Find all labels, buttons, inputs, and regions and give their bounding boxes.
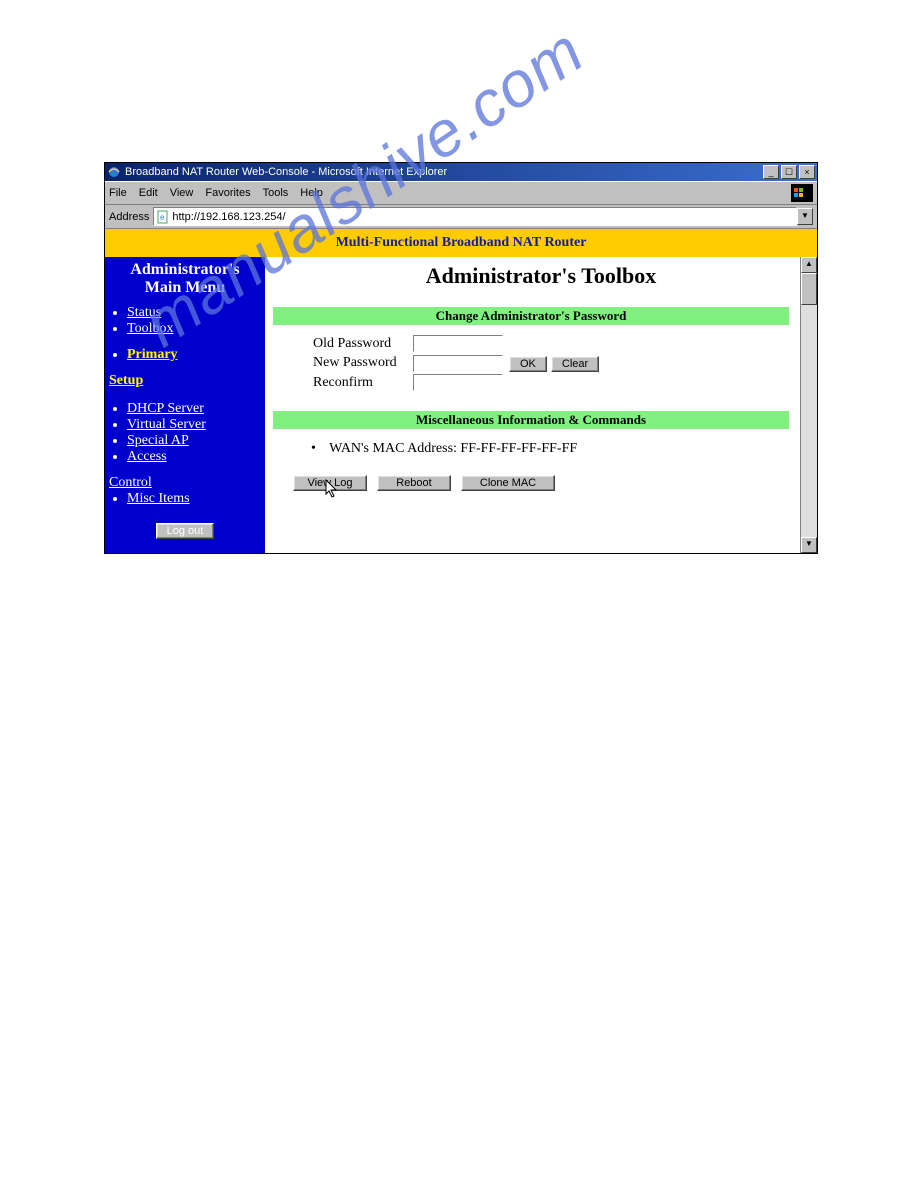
maximize-button[interactable]: ☐	[781, 165, 797, 179]
content-pane: ▲ ▼ Administrator's Toolbox Change Admin…	[265, 257, 817, 553]
sidebar-item-primary-setup-cont[interactable]: Setup	[109, 373, 143, 388]
sidebar-item-status[interactable]: Status	[127, 305, 161, 320]
minimize-button[interactable]: _	[763, 165, 779, 179]
clone-mac-button[interactable]: Clone MAC	[461, 475, 555, 491]
close-button[interactable]: ×	[799, 165, 815, 179]
sidebar-item-dhcp[interactable]: DHCP Server	[127, 401, 204, 416]
menu-favorites[interactable]: Favorites	[205, 187, 250, 199]
scroll-up-button[interactable]: ▲	[801, 257, 817, 273]
clear-button[interactable]: Clear	[551, 356, 599, 372]
menu-help[interactable]: Help	[300, 187, 323, 199]
svg-text:e: e	[160, 213, 165, 222]
ie-throbber-icon	[791, 184, 813, 202]
sidebar-item-toolbox[interactable]: Toolbox	[127, 321, 173, 336]
sidebar-item-access-control-cont[interactable]: Control	[109, 475, 152, 490]
section-password: Change Administrator's Password	[273, 307, 789, 325]
logout-button[interactable]: Log out	[156, 523, 215, 539]
view-log-button[interactable]: View Log	[293, 475, 367, 491]
wan-mac-line: WAN's MAC Address: FF-FF-FF-FF-FF-FF	[311, 441, 809, 457]
ok-button[interactable]: OK	[509, 356, 547, 372]
sidebar-item-virtual-server[interactable]: Virtual Server	[127, 417, 206, 432]
sidebar: Administrator's Main Menu Status Toolbox…	[105, 257, 265, 553]
ie-icon	[107, 165, 121, 179]
window-title: Broadband NAT Router Web-Console - Micro…	[125, 166, 447, 178]
address-value: http://192.168.123.254/	[172, 211, 285, 223]
browser-window: Broadband NAT Router Web-Console - Micro…	[104, 162, 818, 554]
sidebar-item-special-ap[interactable]: Special AP	[127, 433, 189, 448]
new-password-label: New Password	[313, 355, 413, 371]
sidebar-heading: Administrator's Main Menu	[107, 261, 263, 297]
page-title: Administrator's Toolbox	[273, 263, 809, 289]
menu-file[interactable]: File	[109, 187, 127, 199]
menu-tools[interactable]: Tools	[263, 187, 289, 199]
address-bar: Address e http://192.168.123.254/ ▼	[105, 205, 817, 229]
address-label: Address	[109, 211, 149, 223]
sidebar-item-primary-setup[interactable]: Primary	[127, 347, 178, 362]
reconfirm-label: Reconfirm	[313, 375, 413, 391]
scroll-thumb[interactable]	[801, 273, 817, 305]
menu-view[interactable]: View	[170, 187, 194, 199]
section-misc: Miscellaneous Information & Commands	[273, 411, 789, 429]
new-password-input[interactable]	[413, 355, 503, 372]
old-password-input[interactable]	[413, 335, 503, 352]
sidebar-item-access-control[interactable]: Access	[127, 449, 167, 464]
vertical-scrollbar[interactable]: ▲ ▼	[800, 257, 817, 553]
scroll-down-button[interactable]: ▼	[801, 537, 817, 553]
menu-edit[interactable]: Edit	[139, 187, 158, 199]
sidebar-item-misc[interactable]: Misc Items	[127, 491, 190, 506]
titlebar: Broadband NAT Router Web-Console - Micro…	[105, 163, 817, 181]
address-field[interactable]: e http://192.168.123.254/	[153, 207, 797, 226]
page-icon: e	[156, 210, 170, 224]
address-dropdown[interactable]: ▼	[797, 208, 813, 225]
old-password-label: Old Password	[313, 336, 413, 352]
reboot-button[interactable]: Reboot	[377, 475, 451, 491]
reconfirm-input[interactable]	[413, 374, 503, 391]
banner: Multi-Functional Broadband NAT Router	[105, 229, 817, 257]
menubar: File Edit View Favorites Tools Help	[105, 181, 817, 205]
